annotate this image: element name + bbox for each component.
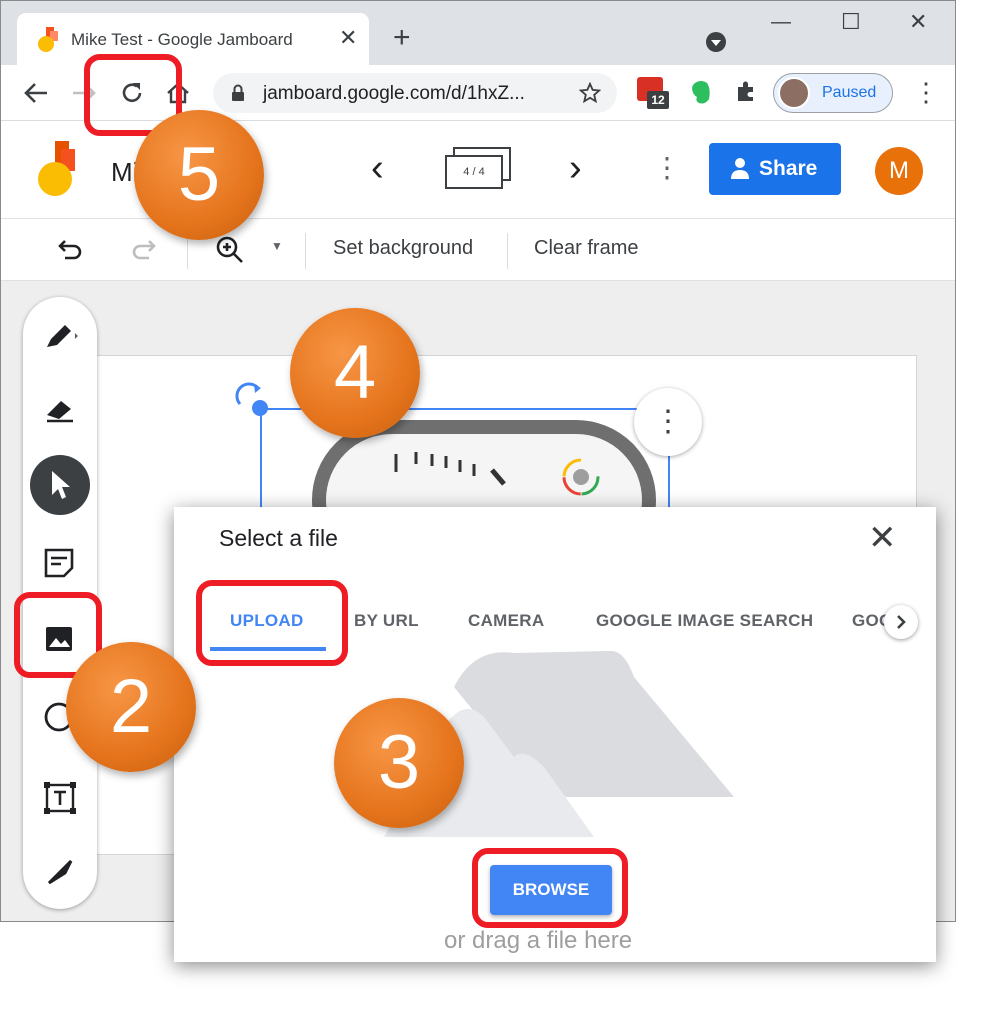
step-3-callout: 3 [334,698,464,828]
calendar-badge: 12 [647,91,669,109]
frame-counter[interactable]: 4 / 4 [445,155,503,189]
upload-tab-highlight-box [196,580,348,666]
minimize-button[interactable]: — [771,11,791,34]
step-2-callout: 2 [66,642,196,772]
profile-button[interactable]: Paused [773,73,893,113]
select-tool-button[interactable] [30,455,90,515]
tab-close-icon[interactable]: ✕ [339,27,357,49]
dialog-title: Select a file [219,525,338,551]
toolbar-divider [305,233,306,269]
back-icon[interactable] [23,81,49,105]
rotate-arrow-icon[interactable] [234,382,264,412]
step-5-callout: 5 [134,110,264,240]
jamboard-toolbar: ▼ Set background Clear frame [1,219,955,281]
image-options-button[interactable]: ⋮ [634,388,702,456]
more-options-icon[interactable]: ⋮ [653,151,681,184]
gauge-ticks-icon [394,452,506,486]
share-button[interactable]: Share [709,143,841,195]
address-bar[interactable]: jamboard.google.com/d/1hxZ... [213,73,617,113]
maximize-button[interactable]: ☐ [841,9,861,35]
extensions-puzzle-icon[interactable] [735,81,757,103]
tab-by-url[interactable]: BY URL [354,611,419,631]
new-tab-button[interactable]: + [393,23,411,53]
profile-avatar [778,77,810,109]
settings-gear-icon [562,458,600,496]
toolbar-divider [507,233,508,269]
tab-search-icon[interactable] [705,31,727,53]
prev-frame-button[interactable]: ‹ [371,147,384,190]
browse-highlight-box [472,848,628,928]
jamboard-logo-icon [38,141,75,196]
window-close-button[interactable]: ✕ [909,9,927,35]
profile-status: Paused [822,84,877,101]
set-background-button[interactable]: Set background [333,237,473,260]
tabs-scroll-right-button[interactable] [884,605,918,639]
drag-hint-text: or drag a file here [444,927,633,954]
clear-frame-button[interactable]: Clear frame [534,237,638,260]
next-frame-button[interactable]: › [569,147,582,190]
chevron-right-icon [897,615,906,629]
text-box-tool-icon[interactable] [43,781,77,815]
lock-icon [232,84,244,101]
step-4-callout: 4 [290,308,420,438]
sticky-note-icon[interactable] [43,547,75,579]
share-label: Share [759,157,818,180]
tab-title: Mike Test - Google Jamboard [71,30,293,49]
calendar-extension-icon[interactable]: 12 [637,77,669,109]
pen-tool-icon[interactable] [43,319,79,351]
evernote-icon[interactable] [689,79,713,107]
zoom-icon[interactable] [215,235,245,265]
browser-menu-icon[interactable]: ⋮ [913,77,939,108]
bookmark-star-icon[interactable] [579,82,601,104]
eraser-tool-icon[interactable] [43,395,77,423]
cursor-icon [52,471,70,499]
tab-google-image-search[interactable]: GOOGLE IMAGE SEARCH [596,611,813,631]
account-avatar[interactable]: M [875,147,923,195]
undo-icon[interactable] [57,237,85,261]
zoom-dropdown-icon[interactable]: ▼ [271,239,283,253]
url-text: jamboard.google.com/d/1hxZ... [263,83,525,104]
share-person-icon [731,158,749,179]
redo-icon[interactable] [129,237,157,261]
jamboard-favicon-icon [38,27,58,52]
tab-camera[interactable]: CAMERA [468,611,544,631]
laser-tool-icon[interactable] [45,857,75,887]
browser-tab[interactable]: Mike Test - Google Jamboard ✕ [17,13,369,67]
dialog-close-icon[interactable]: ✕ [868,521,897,555]
